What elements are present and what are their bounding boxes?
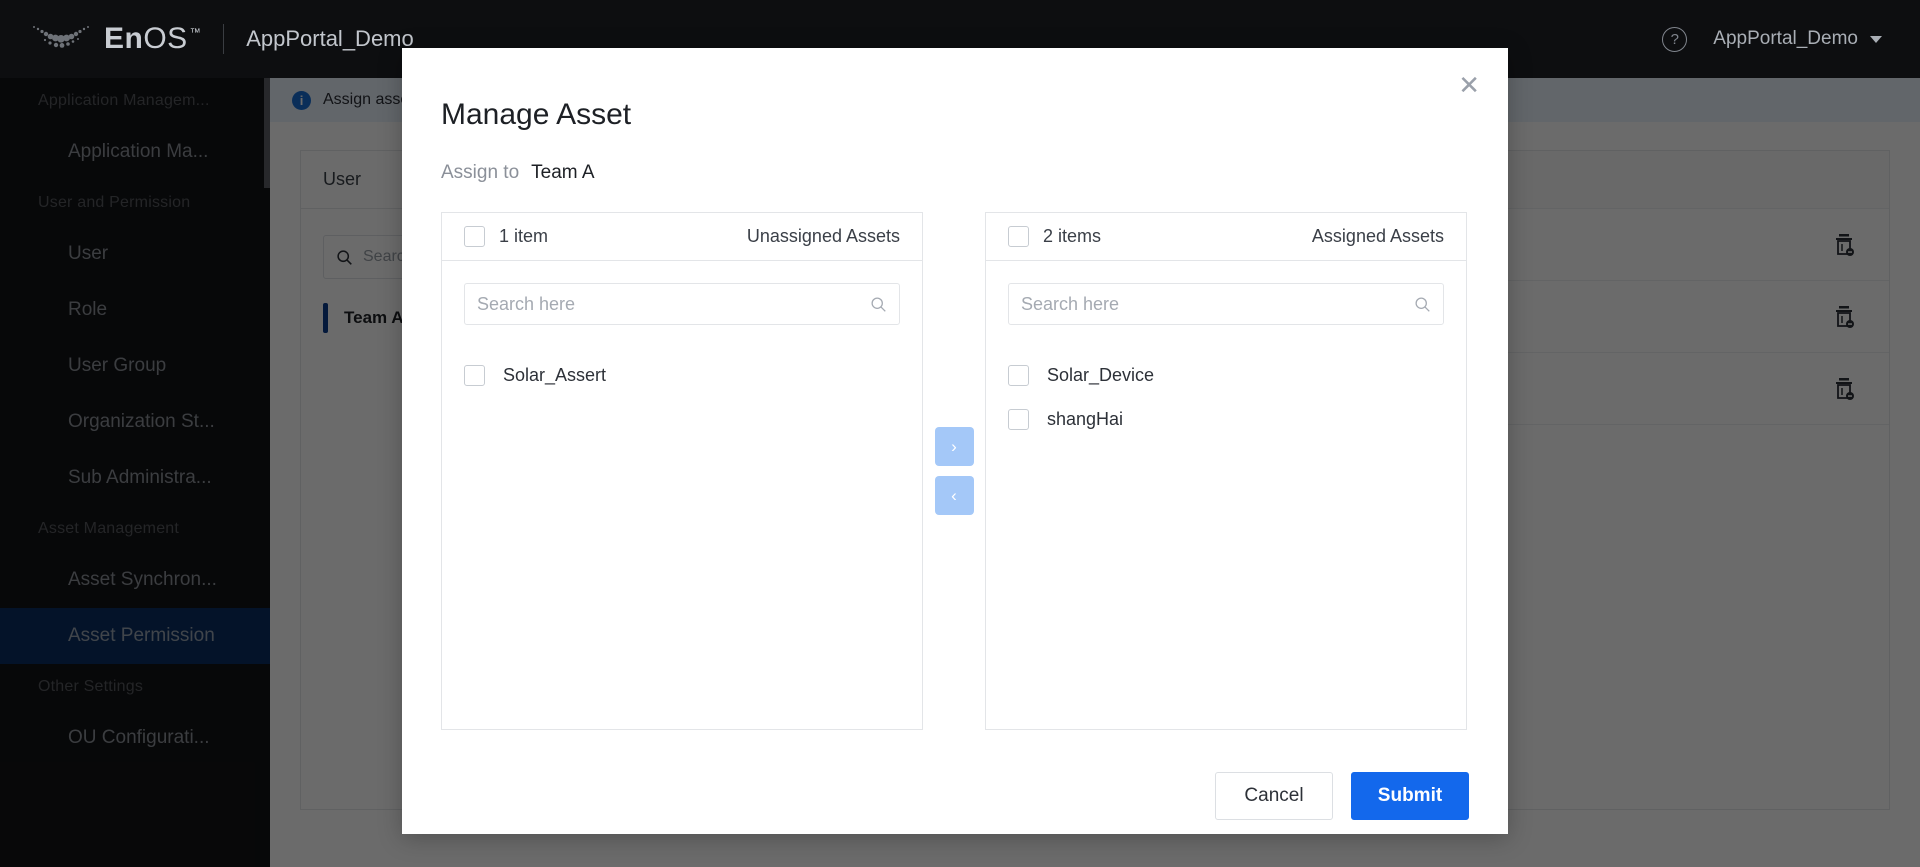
brand-tm: ™ [189, 27, 202, 39]
list-item[interactable]: shangHai [1008, 397, 1444, 441]
transfer-buttons: › ‹ [923, 212, 985, 730]
submit-button[interactable]: Submit [1351, 772, 1469, 820]
unassigned-panel-header: 1 item Unassigned Assets [442, 213, 922, 261]
brand-logo[interactable]: En OS ™ [0, 22, 201, 56]
enos-logo-icon [33, 26, 89, 48]
unassigned-search-placeholder: Search here [477, 293, 576, 314]
select-all-checkbox[interactable] [464, 226, 485, 247]
item-checkbox[interactable] [1008, 408, 1029, 430]
unassigned-assets-panel: 1 item Unassigned Assets Search here Sol… [441, 212, 923, 730]
assigned-search-input[interactable]: Search here [1008, 283, 1444, 325]
cancel-button[interactable]: Cancel [1215, 772, 1333, 820]
search-icon [871, 296, 886, 312]
manage-asset-dialog: ✕ Manage Asset Assign to Team A 1 item U… [402, 48, 1508, 834]
move-left-button[interactable]: ‹ [934, 476, 974, 515]
user-menu[interactable]: AppPortal_Demo [1713, 28, 1882, 50]
assigned-count-label: 2 items [1043, 226, 1102, 246]
assigned-assets-panel: 2 items Assigned Assets Search here Sola… [985, 212, 1467, 730]
move-right-button[interactable]: › [934, 427, 974, 466]
unassigned-panel-body: Search here Solar_Assert [442, 261, 922, 729]
search-icon [1415, 296, 1430, 312]
help-circle-icon[interactable]: ? [1662, 26, 1688, 52]
dialog-footer: Cancel Submit [402, 730, 1508, 820]
select-all-checkbox[interactable] [1008, 226, 1029, 247]
list-item[interactable]: Solar_Assert [464, 353, 900, 397]
unassigned-panel-title: Unassigned Assets [746, 226, 900, 246]
unassigned-asset-list: Solar_Assert [464, 325, 900, 397]
transfer-widget: 1 item Unassigned Assets Search here Sol… [402, 184, 1508, 730]
list-item-label: shangHai [1047, 408, 1124, 429]
assign-to-label: Assign to [441, 162, 520, 183]
item-checkbox[interactable] [1008, 364, 1029, 386]
assigned-search-placeholder: Search here [1021, 293, 1120, 314]
list-item[interactable]: Solar_Device [1008, 353, 1444, 397]
unassigned-count-label: 1 item [499, 226, 549, 246]
user-menu-label: AppPortal_Demo [1713, 28, 1858, 49]
close-icon[interactable]: ✕ [1458, 72, 1480, 98]
assigned-panel-body: Search here Solar_Device shangHai [986, 261, 1466, 729]
brand-text: En OS ™ [104, 22, 201, 56]
assign-to-row: Assign to Team A [402, 132, 1508, 184]
brand-os: OS [143, 22, 188, 55]
list-item-label: Solar_Device [1047, 364, 1155, 385]
header-right-group: ? AppPortal_Demo [1662, 26, 1920, 52]
chevron-down-icon [1870, 35, 1882, 43]
unassigned-search-input[interactable]: Search here [464, 283, 900, 325]
assigned-panel-title: Assigned Assets [1311, 226, 1444, 246]
header-divider [223, 24, 225, 54]
assigned-panel-header: 2 items Assigned Assets [986, 213, 1466, 261]
brand-en: En [104, 22, 144, 55]
item-checkbox[interactable] [464, 364, 485, 386]
header-app-name: AppPortal_Demo [246, 26, 414, 51]
assign-to-value: Team A [531, 162, 595, 183]
list-item-label: Solar_Assert [503, 364, 607, 385]
assigned-asset-list: Solar_Device shangHai [1008, 325, 1444, 441]
dialog-title: Manage Asset [441, 98, 632, 131]
application-root: EnOS™ AppPortal_Demo ? AppPortal_Demo Ap… [0, 0, 1920, 867]
